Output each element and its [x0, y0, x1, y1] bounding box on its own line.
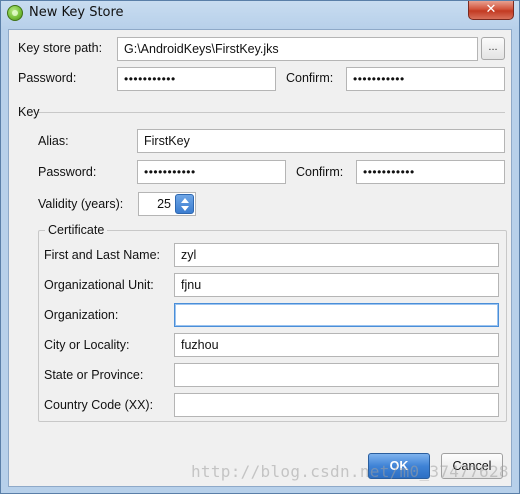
dialog-body: Key store path: G:\AndroidKeys\FirstKey.…	[8, 29, 512, 487]
country-code-label: Country Code (XX):	[44, 398, 154, 412]
first-last-name-label: First and Last Name:	[44, 248, 161, 262]
close-icon: ✕	[485, 2, 497, 17]
key-password-label: Password:	[38, 165, 97, 179]
key-section-label: Key	[18, 105, 40, 119]
android-studio-icon	[7, 5, 23, 21]
validity-label: Validity (years):	[38, 197, 124, 211]
key-confirm-input[interactable]: •••••••••••	[356, 160, 505, 184]
city-input[interactable]: fuzhou	[174, 333, 499, 357]
window-title: New Key Store	[29, 5, 124, 20]
key-separator	[37, 112, 505, 113]
certificate-legend: Certificate	[45, 223, 108, 237]
key-confirm-label: Confirm:	[296, 165, 344, 179]
spinner-arrows[interactable]	[175, 194, 194, 214]
first-last-name-input[interactable]: zyl	[174, 243, 499, 267]
keystore-confirm-label: Confirm:	[286, 71, 334, 85]
key-password-input[interactable]: •••••••••••	[137, 160, 286, 184]
spinner-arrow-up-icon[interactable]	[181, 198, 189, 203]
validity-value: 25	[157, 197, 171, 211]
validity-spinner[interactable]: 25	[138, 192, 196, 216]
spinner-arrow-down-icon[interactable]	[181, 206, 189, 211]
country-code-input[interactable]	[174, 393, 499, 417]
alias-label: Alias:	[38, 134, 69, 148]
keystore-path-input[interactable]: G:\AndroidKeys\FirstKey.jks	[117, 37, 478, 61]
new-key-store-dialog: New Key Store ✕ Key store path: G:\Andro…	[0, 0, 520, 494]
organization-input[interactable]	[174, 303, 499, 327]
browse-icon: ...	[488, 41, 498, 53]
keystore-password-input[interactable]: •••••••••••	[117, 67, 276, 91]
alias-input[interactable]: FirstKey	[137, 129, 505, 153]
state-input[interactable]	[174, 363, 499, 387]
organization-label: Organization:	[44, 308, 119, 322]
org-unit-label: Organizational Unit:	[44, 278, 154, 292]
state-label: State or Province:	[44, 368, 144, 382]
city-label: City or Locality:	[44, 338, 130, 352]
close-button[interactable]: ✕	[468, 1, 514, 20]
keystore-path-label: Key store path:	[18, 41, 103, 55]
watermark: http://blog.csdn.net/m0_37477628	[191, 462, 509, 481]
keystore-password-label: Password:	[18, 71, 77, 85]
browse-button[interactable]: ...	[481, 37, 505, 60]
keystore-confirm-input[interactable]: •••••••••••	[346, 67, 505, 91]
org-unit-input[interactable]: fjnu	[174, 273, 499, 297]
title-bar[interactable]: New Key Store ✕	[1, 1, 519, 27]
